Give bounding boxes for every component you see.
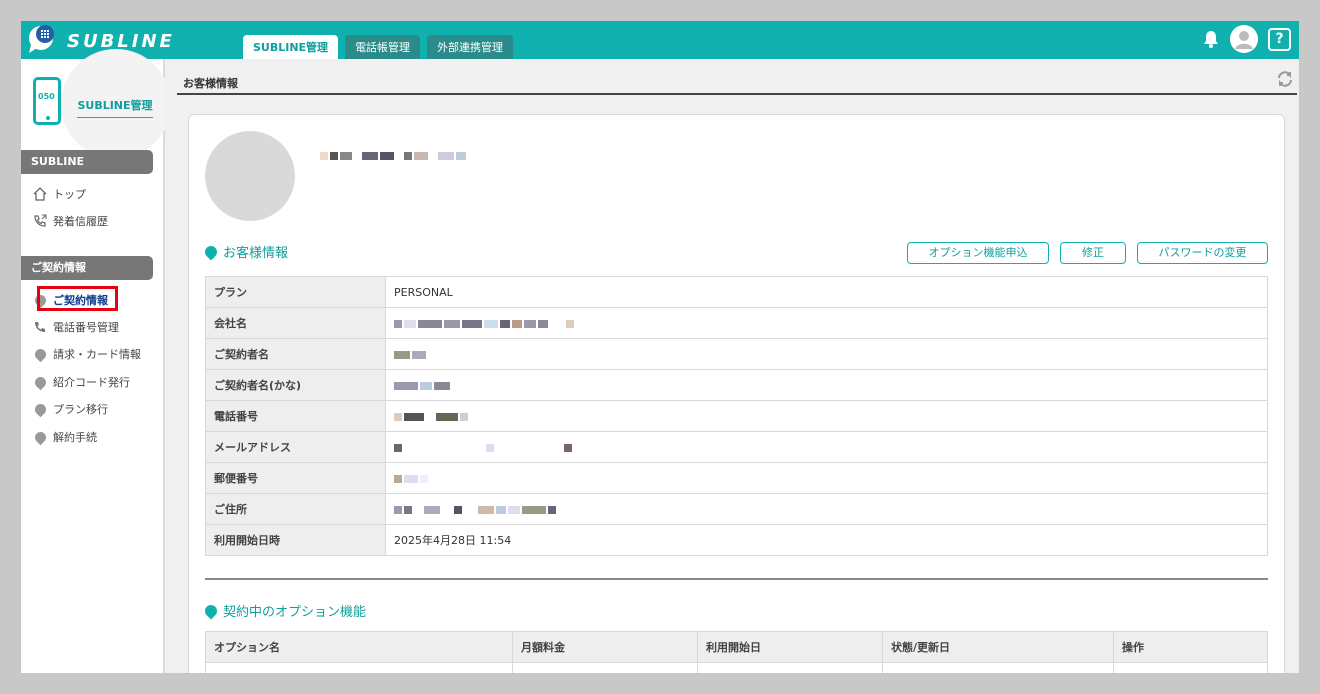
column-header: 利用開始日 [697, 631, 883, 663]
row-label: ご契約者名(かな) [205, 369, 386, 401]
sidebar-item-cancellation[interactable]: 解約手続 [32, 428, 97, 446]
table-row: 郵便番号 [205, 462, 1268, 494]
sidebar-item-phone-number-admin[interactable]: 電話番号管理 [33, 318, 119, 336]
sidebar-item-referral[interactable]: 紹介コード発行 [32, 373, 130, 391]
sidebar-item-billing[interactable]: 請求・カード情報 [32, 345, 141, 363]
row-label: 電話番号 [205, 400, 386, 432]
help-icon[interactable]: ? [1268, 27, 1291, 51]
app-window: SUBLINE SUBLINE管理 電話帳管理 外部連携管理 ? 050 SUB… [21, 21, 1299, 673]
logo-mark-icon [27, 23, 59, 55]
phone-number-prefix: 050 [38, 92, 55, 101]
row-label: ご契約者名 [205, 338, 386, 370]
sidebar-item-label: 解約手続 [53, 431, 97, 444]
change-password-button[interactable]: パスワードの変更 [1137, 242, 1268, 264]
tab-subline-admin[interactable]: SUBLINE管理 [243, 35, 339, 59]
bell-icon[interactable] [1198, 26, 1224, 52]
table-cell [512, 662, 698, 673]
sidebar-item-label: 発着信履歴 [53, 215, 108, 228]
table-row: ご契約者名(かな) [205, 369, 1268, 401]
table-row [205, 662, 1268, 673]
table-row: プラン PERSONAL [205, 276, 1268, 308]
sidebar-section-subline: SUBLINE [21, 150, 153, 174]
pin-icon [202, 243, 220, 260]
edit-button[interactable]: 修正 [1060, 242, 1126, 264]
page-title: お客様情報 [183, 77, 238, 90]
row-value-redacted [385, 338, 1268, 370]
column-header: 操作 [1113, 631, 1268, 663]
row-label: 郵便番号 [205, 462, 386, 494]
row-label: 利用開始日時 [205, 524, 386, 556]
pin-icon [32, 429, 48, 445]
top-bar: SUBLINE SUBLINE管理 電話帳管理 外部連携管理 ? [21, 21, 1299, 59]
row-value-redacted [385, 431, 1268, 463]
sidebar-item-label: トップ [53, 188, 86, 201]
user-avatar-icon[interactable] [1230, 25, 1258, 53]
pin-icon [32, 401, 48, 417]
table-cell [882, 662, 1114, 673]
tab-external-integration[interactable]: 外部連携管理 [427, 35, 514, 59]
section-title-text: 契約中のオプション機能 [223, 605, 367, 620]
row-value-redacted [385, 307, 1268, 339]
row-value: PERSONAL [385, 276, 1268, 308]
table-cell [1113, 662, 1268, 673]
sidebar-item-label: 電話番号管理 [53, 321, 119, 334]
sidebar-item-top[interactable]: トップ [33, 185, 86, 203]
row-value: 2025年4月28日 11:54 [385, 524, 1268, 556]
table-row: ご住所 [205, 493, 1268, 525]
options-table: オプション名 月額料金 利用開始日 状態/更新日 操作 [205, 631, 1268, 673]
section-title-text: お客様情報 [223, 246, 289, 261]
column-header: 状態/更新日 [882, 631, 1114, 663]
row-label: 会社名 [205, 307, 386, 339]
sidebar-title[interactable]: SUBLINE管理 [77, 97, 153, 118]
customer-name-redacted [320, 145, 468, 164]
customer-info-table: プラン PERSONAL 会社名 ご契約者名 ご契約者名(かな) 電話番号 メー… [205, 276, 1268, 556]
row-value-redacted [385, 493, 1268, 525]
refresh-icon[interactable] [1275, 69, 1295, 89]
table-cell [205, 662, 513, 673]
row-label: ご住所 [205, 493, 386, 525]
pin-icon [32, 346, 48, 362]
table-cell [697, 662, 883, 673]
sidebar: 050 SUBLINE管理 SUBLINE トップ 発着信履歴 ご契約情報 ご契… [21, 49, 171, 673]
sidebar-item-label: 請求・カード情報 [53, 348, 141, 361]
table-row: 会社名 [205, 307, 1268, 339]
header-actions: ? [1198, 25, 1291, 53]
customer-info-section-title: お客様情報 [202, 242, 289, 261]
highlight-box [37, 286, 118, 311]
phone-icon [33, 320, 47, 334]
column-header: 月額料金 [512, 631, 698, 663]
call-history-icon [33, 214, 47, 228]
smartphone-icon: 050 [33, 77, 61, 125]
tab-phonebook-admin[interactable]: 電話帳管理 [345, 35, 421, 59]
pin-icon [32, 374, 48, 390]
table-row: メールアドレス [205, 431, 1268, 463]
page-header: お客様情報 [177, 59, 1297, 95]
home-icon [33, 187, 47, 201]
sidebar-item-plan-change[interactable]: プラン移行 [32, 400, 108, 418]
row-value-redacted [385, 369, 1268, 401]
option-apply-button[interactable]: オプション機能申込 [907, 242, 1049, 264]
sidebar-item-label: 紹介コード発行 [53, 376, 130, 389]
main-content: お客様情報 お客様情報 オプション機能申込 修正 パスワードの変更 プラン PE [165, 59, 1299, 673]
row-label: メールアドレス [205, 431, 386, 463]
table-row: 利用開始日時 2025年4月28日 11:54 [205, 524, 1268, 556]
table-header-row: オプション名 月額料金 利用開始日 状態/更新日 操作 [205, 631, 1268, 663]
row-value-redacted [385, 400, 1268, 432]
row-value-redacted [385, 462, 1268, 494]
table-row: ご契約者名 [205, 338, 1268, 370]
sidebar-item-call-history[interactable]: 発着信履歴 [33, 212, 108, 230]
top-tabs: SUBLINE管理 電話帳管理 外部連携管理 [243, 35, 520, 59]
phone-home-dot [46, 116, 50, 120]
section-divider [205, 578, 1268, 580]
sidebar-item-label: プラン移行 [53, 403, 108, 416]
customer-avatar [205, 131, 295, 221]
customer-card: お客様情報 オプション機能申込 修正 パスワードの変更 プラン PERSONAL… [188, 114, 1285, 673]
pin-icon [202, 602, 220, 619]
table-row: 電話番号 [205, 400, 1268, 432]
row-label: プラン [205, 276, 386, 308]
column-header: オプション名 [205, 631, 513, 663]
options-section-title: 契約中のオプション機能 [202, 601, 367, 620]
sidebar-hero: 050 SUBLINE管理 [21, 49, 171, 159]
sidebar-section-contract: ご契約情報 [21, 256, 153, 280]
